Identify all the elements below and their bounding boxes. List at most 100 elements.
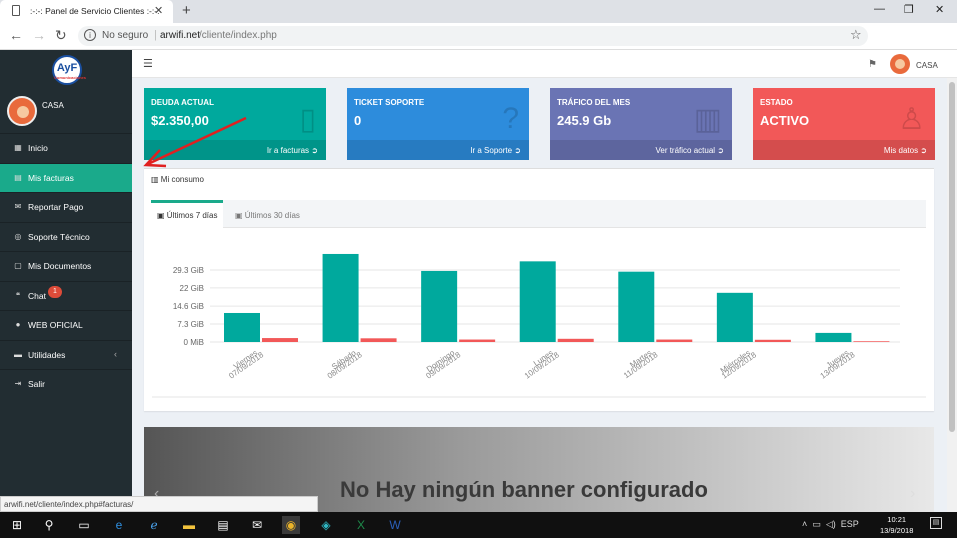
bar-download (815, 332, 852, 342)
sidebar-item-chat[interactable]: ❝ Chat 1 (0, 281, 132, 310)
y-tick-label: 7.3 GiB (177, 320, 204, 329)
clock-date: 13/9/2018 (880, 526, 914, 535)
browser-tab[interactable]: :-:-: Panel de Servicio Clientes :-:-: ✕ (0, 0, 173, 23)
bar-upload (754, 339, 791, 342)
restore-icon[interactable]: ❐ (904, 3, 914, 16)
box-title: ESTADO (760, 98, 793, 107)
box-title: TRÁFICO DEL MES (557, 98, 631, 107)
keyboard-language[interactable]: ESP (841, 519, 859, 529)
back-icon[interactable]: ← (9, 27, 23, 43)
network-icon[interactable]: ▭ (812, 519, 821, 529)
page-scrollbar[interactable] (947, 78, 957, 512)
tab-label: Últimos 30 días (244, 211, 300, 220)
flag-icon[interactable]: ⚑ (868, 59, 877, 70)
edge-icon[interactable]: e (110, 516, 128, 534)
tab-title: :-:-: Panel de Servicio Clientes :-:-: (30, 6, 160, 16)
bar-upload (360, 338, 397, 342)
sidebar-item-mis-facturas[interactable]: ▤ Mis facturas (0, 163, 132, 192)
my-data-link[interactable]: Mis datos ➲ (753, 140, 935, 160)
excel-icon[interactable]: X (352, 516, 370, 534)
sidebar-item-web-oficial[interactable]: ● WEB OFICIAL (0, 310, 132, 339)
clock[interactable]: 10:21 13/9/2018 (880, 514, 913, 536)
user-avatar (7, 96, 37, 126)
bar-download (716, 292, 753, 342)
bar-download (322, 253, 359, 342)
search-icon[interactable]: ⚲ (40, 516, 58, 534)
top-navbar: ☰ ⚑ CASA (132, 50, 957, 78)
bookmark-star-icon[interactable]: ☆ (850, 27, 862, 43)
clock-time: 10:21 (887, 515, 907, 524)
box-title: DEUDA ACTUAL (151, 98, 214, 107)
period-tabs: ▣ Últimos 7 días ▣ Últimos 30 días (151, 200, 926, 228)
security-label: No seguro (102, 30, 149, 41)
globe-icon: ● (15, 320, 21, 329)
windows-start-icon[interactable]: ⊞ (8, 516, 26, 534)
banner-text: No Hay ningún banner configurado (340, 477, 708, 502)
sidebar-item-soporte[interactable]: ◎ Soporte Técnico (0, 222, 132, 251)
bar-download (224, 312, 260, 342)
task-view-icon[interactable]: ▭ (75, 516, 93, 534)
sidebar-item-label: Mis Documentos (28, 261, 92, 271)
header-avatar[interactable] (890, 54, 910, 74)
ie-icon[interactable]: ℯ (145, 516, 163, 534)
sidebar: AyF Comunicaciones CASA ▦ Inicio ▤ Mis f… (0, 50, 132, 512)
bar-upload (853, 341, 890, 342)
y-tick-label: 0 MiB (184, 338, 204, 347)
header-user-name[interactable]: CASA (916, 61, 938, 70)
carousel-next-icon[interactable]: › (910, 485, 915, 503)
bar-chart-icon: ▥ (693, 103, 722, 136)
bar-download (421, 270, 458, 342)
support-link[interactable]: Ir a Soporte ➲ (347, 140, 529, 160)
info-icon[interactable]: i (84, 29, 96, 41)
chat-icon: ❝ (15, 291, 21, 300)
tray-up-icon[interactable]: ˄ (802, 519, 807, 529)
tab-last-30-days[interactable]: ▣ Últimos 30 días (229, 200, 306, 228)
arrow-circle-icon: ➲ (920, 146, 927, 155)
sidebar-item-label: WEB OFICIAL (28, 320, 83, 330)
address-bar: ← → ↻ i No seguro | arwifi.net /cliente/… (0, 23, 957, 66)
reload-icon[interactable]: ↻ (55, 27, 67, 44)
browser-tab-bar: :-:-: Panel de Servicio Clientes :-:-: ✕… (0, 0, 957, 23)
app-icon[interactable]: ◈ (317, 516, 335, 534)
bar-download (618, 271, 655, 342)
word-icon[interactable]: W (386, 516, 404, 534)
mail-icon[interactable]: ✉ (248, 516, 266, 534)
sidebar-item-salir[interactable]: ⇥ Salir (0, 369, 132, 398)
box-link-label: Ir a facturas (266, 146, 310, 155)
forward-icon[interactable]: → (32, 27, 46, 43)
chrome-icon[interactable]: ◉ (282, 516, 300, 534)
file-explorer-icon[interactable]: ▬ (180, 516, 198, 534)
sidebar-item-utilidades[interactable]: ▬ Utilidades ‹ (0, 340, 132, 369)
consumption-chart: 0 MiB7.3 GiB14.6 GiB22 GiB29.3 GiBVierne… (152, 253, 926, 398)
chevron-left-icon: ‹ (114, 349, 117, 359)
sidebar-item-documentos[interactable]: ▢ Mis Documentos (0, 251, 132, 280)
status-bar: arwifi.net/cliente/index.php#facturas/ (0, 496, 318, 512)
store-icon[interactable]: ▤ (214, 516, 232, 534)
menu-toggle-icon[interactable]: ☰ (143, 57, 153, 70)
minimize-icon[interactable]: — (874, 3, 885, 15)
tab-last-7-days[interactable]: ▣ Últimos 7 días (151, 200, 224, 228)
close-tab-icon[interactable]: ✕ (154, 4, 163, 17)
scrollbar-thumb[interactable] (949, 82, 955, 432)
user-name: CASA (42, 101, 64, 110)
bar-upload (557, 338, 594, 342)
invoices-link[interactable]: Ir a facturas ➲ (144, 140, 326, 160)
sidebar-item-reportar-pago[interactable]: ✉ Reportar Pago (0, 192, 132, 221)
box-value: 245.9 Gb (557, 113, 612, 128)
box-value: ACTIVO (760, 113, 810, 128)
volume-icon[interactable]: ◁) (826, 519, 836, 529)
notifications-icon[interactable]: ▤ (930, 517, 942, 529)
new-tab-icon[interactable]: + (182, 2, 191, 19)
chart-icon: ▥ (151, 175, 159, 184)
briefcase-icon: ▬ (14, 350, 22, 359)
url-field[interactable]: i No seguro | arwifi.net /cliente/index.… (78, 26, 868, 46)
person-icon: ♙ (898, 103, 925, 136)
panel-title: ▥ Mi consumo (151, 175, 204, 184)
traffic-link[interactable]: Ver tráfico actual ➲ (550, 140, 732, 160)
bar-download (519, 261, 556, 342)
arrow-circle-icon: ➲ (514, 146, 521, 155)
question-icon: ? (502, 102, 519, 135)
close-window-icon[interactable]: ✕ (935, 3, 944, 16)
sidebar-item-inicio[interactable]: ▦ Inicio (0, 133, 132, 162)
logo-subtitle: Comunicaciones (54, 75, 87, 80)
